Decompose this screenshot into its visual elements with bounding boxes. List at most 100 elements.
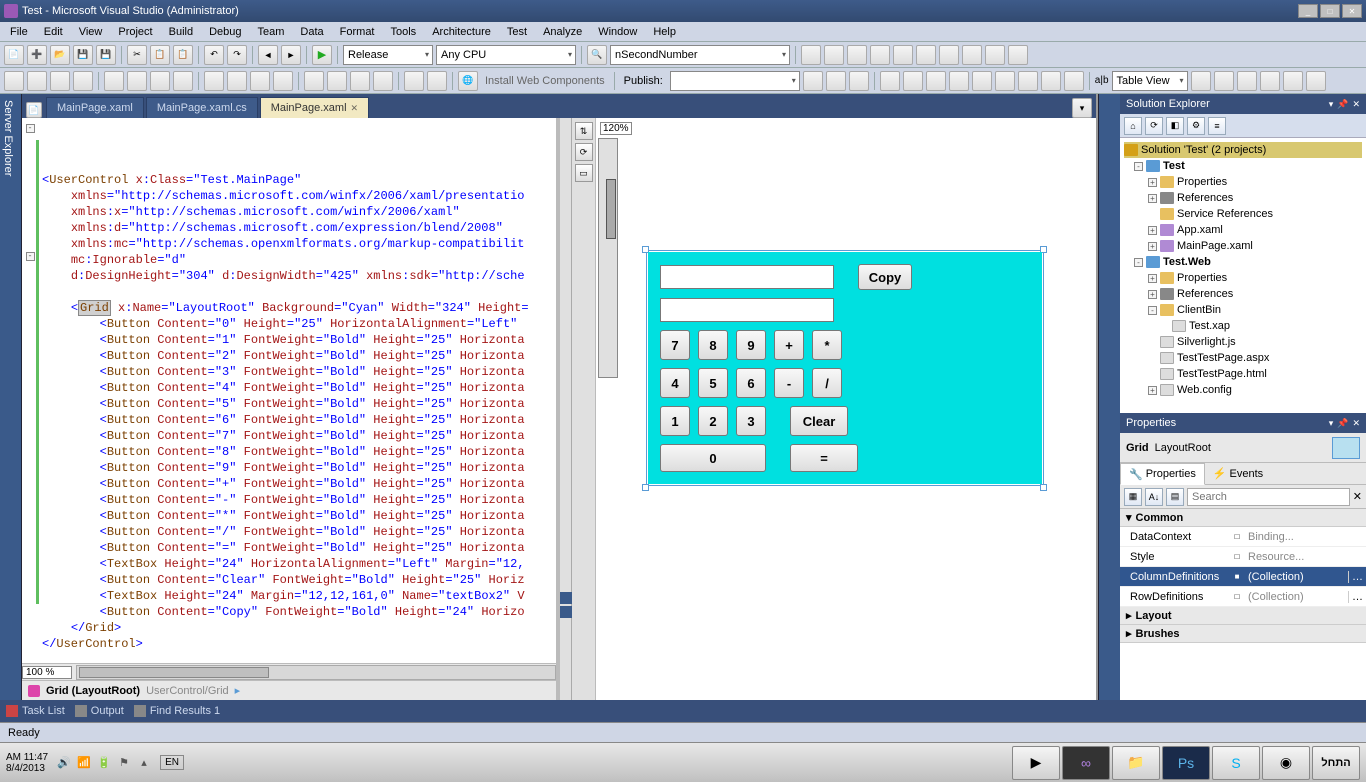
nav-back-button[interactable]: ◄ [258,45,278,65]
prop-rowdefinitions[interactable]: RowDefinitions□(Collection)… [1120,587,1366,607]
config-combo[interactable]: Release [343,45,433,65]
calc-8[interactable]: 8 [698,330,728,360]
pin-icon[interactable]: 📌 [1337,418,1348,429]
expand-icon[interactable]: + [1148,194,1157,203]
tb-icon[interactable] [803,71,823,91]
server-explorer-tab[interactable]: Server Explorer [0,94,22,700]
prop-columndefinitions[interactable]: ColumnDefinitions■(Collection)… [1120,567,1366,587]
tb-icon[interactable] [1008,45,1028,65]
design-canvas[interactable]: 120% Copy [596,118,1096,700]
tb-icon[interactable] [1018,71,1038,91]
tb-icon[interactable] [916,45,936,65]
start-button[interactable]: התחל [1312,746,1360,780]
menu-build[interactable]: Build [163,24,199,40]
tb-icon[interactable] [847,45,867,65]
tb-icon[interactable] [801,45,821,65]
tab-overflow-button[interactable]: ▾ [1072,98,1092,118]
menu-help[interactable]: Help [647,24,682,40]
menu-test[interactable]: Test [501,24,533,40]
tb-icon[interactable] [304,71,324,91]
menu-analyze[interactable]: Analyze [537,24,588,40]
filter-button[interactable]: ▤ [1166,488,1184,506]
visual-studio-icon[interactable]: ∞ [1062,746,1110,780]
collapse-icon[interactable]: ▾ [1126,511,1132,524]
tb-icon[interactable] [1064,71,1084,91]
install-web-components-button[interactable]: Install Web Components [481,75,609,87]
menu-tools[interactable]: Tools [385,24,423,40]
calc-plus[interactable]: + [774,330,804,360]
menu-data[interactable]: Data [294,24,329,40]
view-code-button[interactable]: ≡ [1208,117,1226,135]
expand-icon[interactable]: + [1148,226,1157,235]
tb-icon[interactable] [1191,71,1211,91]
category-common[interactable]: ▾Common [1120,509,1366,527]
cut-button[interactable]: ✂ [127,45,147,65]
save-button[interactable]: 💾 [73,45,93,65]
show-all-button[interactable]: ◧ [1166,117,1184,135]
expand-icon[interactable]: ▸ [1126,609,1132,622]
search-input[interactable] [1187,488,1350,506]
calc-6[interactable]: 6 [736,368,766,398]
tb-icon[interactable] [985,45,1005,65]
sort-button[interactable]: A↓ [1145,488,1163,506]
tree-item[interactable]: -ClientBin [1124,302,1362,318]
category-brushes[interactable]: ▸Brushes [1120,625,1366,643]
tb-icon[interactable] [373,71,393,91]
expand-icon[interactable]: + [1148,242,1157,251]
scrollbar-thumb[interactable] [79,667,269,678]
tree-item[interactable]: TestTestPage.aspx [1124,350,1362,366]
breadcrumb-element[interactable]: Grid (LayoutRoot) [46,685,140,697]
prop-datacontext[interactable]: DataContext□Binding... [1120,527,1366,547]
breadcrumb-path[interactable]: UserControl/Grid [146,685,229,697]
breadcrumb-arrow-icon[interactable]: ▸ [235,684,241,697]
tb-icon[interactable] [427,71,447,91]
tree-item[interactable]: Silverlight.js [1124,334,1362,350]
splitter[interactable] [560,118,572,700]
panel-menu-icon[interactable]: ▾ [1329,418,1334,429]
calc-2[interactable]: 2 [698,406,728,436]
tb-icon[interactable] [903,71,923,91]
tree-item[interactable]: Test.xap [1124,318,1362,334]
tb-icon[interactable] [404,71,424,91]
tb-icon[interactable] [824,45,844,65]
tb-icon[interactable] [1306,71,1326,91]
task-list-tab[interactable]: Task List [6,705,65,717]
tray-overflow-icon[interactable]: ▴ [136,755,152,771]
swap-panes-button[interactable]: ⇅ [575,122,593,140]
media-player-icon[interactable]: ▶ [1012,746,1060,780]
find-button[interactable]: 🔍 [587,45,607,65]
properties-tab[interactable]: 🔧Properties [1120,463,1205,485]
collapse-icon[interactable]: - [1134,258,1143,267]
battery-icon[interactable]: 🔋 [96,755,112,771]
network-icon[interactable]: 📶 [76,755,92,771]
project-node[interactable]: -Test [1124,158,1362,174]
calc-equals[interactable]: = [790,444,858,472]
menu-debug[interactable]: Debug [203,24,247,40]
tb-icon[interactable] [1283,71,1303,91]
redo-button[interactable]: ↷ [227,45,247,65]
maximize-button[interactable]: □ [1320,4,1340,18]
tb-icon[interactable] [826,71,846,91]
expand-icon[interactable]: + [1148,274,1157,283]
pin-icon[interactable]: 📌 [1337,99,1348,110]
copy-button[interactable]: Copy [858,264,912,290]
ellipsis-button[interactable]: … [1348,591,1366,603]
expand-icon[interactable]: + [1148,386,1157,395]
chrome-icon[interactable]: ◉ [1262,746,1310,780]
calc-3[interactable]: 3 [736,406,766,436]
sync-button[interactable]: ⟳ [575,143,593,161]
tableview-combo[interactable]: Table View [1112,71,1188,91]
nav-fwd-button[interactable]: ► [281,45,301,65]
platform-combo[interactable]: Any CPU [436,45,576,65]
collapse-icon[interactable]: - [1134,162,1143,171]
properties-button[interactable]: ⚙ [1187,117,1205,135]
calc-0[interactable]: 0 [660,444,766,472]
tb-icon[interactable] [273,71,293,91]
solution-tree[interactable]: Solution 'Test' (2 projects) -Test +Prop… [1120,138,1366,413]
tree-item[interactable]: +References [1124,190,1362,206]
panel-menu-icon[interactable]: ▾ [1329,99,1334,110]
menu-project[interactable]: Project [112,24,158,40]
tb-icon[interactable] [926,71,946,91]
copy-button[interactable]: 📋 [150,45,170,65]
calc-5[interactable]: 5 [698,368,728,398]
